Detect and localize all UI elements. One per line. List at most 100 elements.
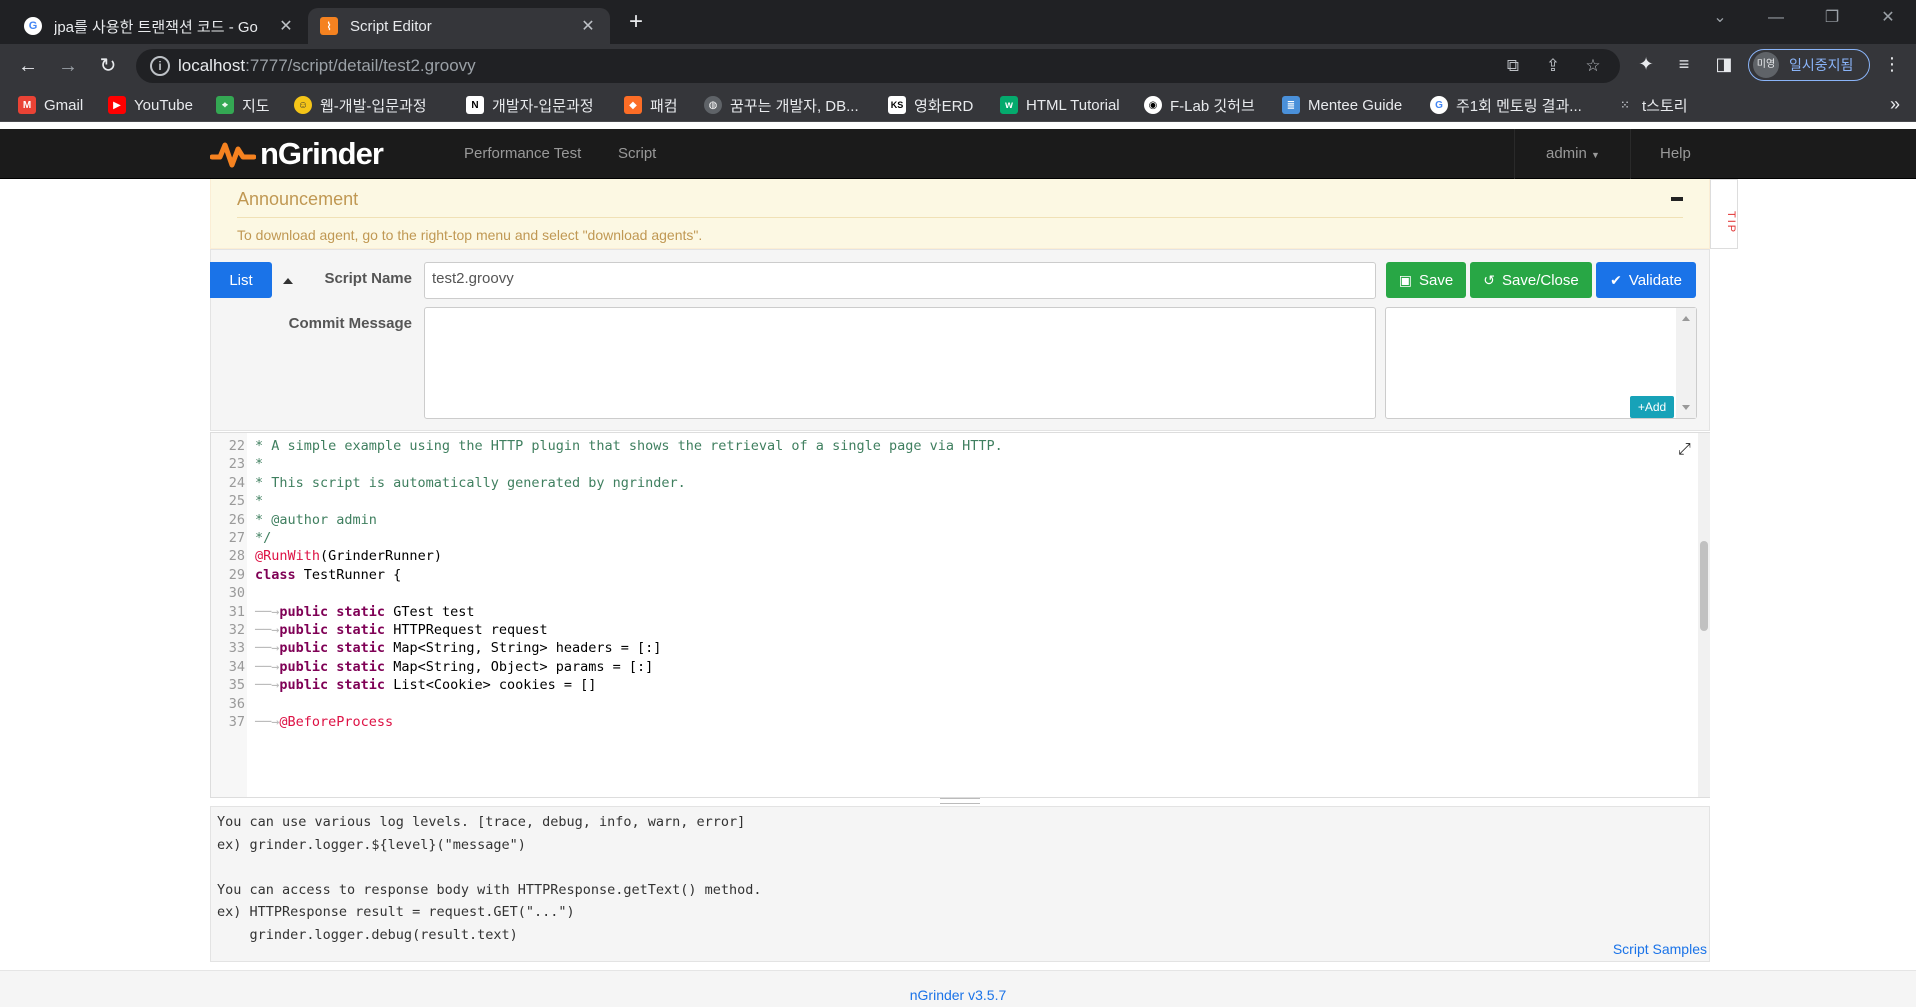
button-label: List <box>229 271 253 289</box>
bookmark-item[interactable]: ⌖ 지도 <box>216 94 270 116</box>
bookmark-label: F-Lab 깃허브 <box>1170 97 1255 115</box>
version-link[interactable]: nGrinder v3.5.7 <box>0 987 1916 1003</box>
share-icon[interactable]: ⇪ <box>1542 55 1564 77</box>
scrollbar[interactable] <box>1676 308 1696 418</box>
code-editor[interactable]: 22 * A simple example using the HTTP plug… <box>210 432 1710 798</box>
list-button[interactable]: List <box>210 262 272 298</box>
code-text: * This script is automatically generated… <box>255 474 686 491</box>
bookmark-item[interactable]: ◍ 꿈꾸는 개발자, DB... <box>704 94 859 116</box>
bookmark-star-icon[interactable]: ☆ <box>1582 55 1604 77</box>
bookmark-item[interactable]: w HTML Tutorial <box>1000 94 1120 116</box>
tab-search-icon[interactable]: ⌄ <box>1692 0 1748 36</box>
bookmark-label: Mentee Guide <box>1308 96 1403 114</box>
scroll-up-icon[interactable] <box>1682 316 1690 321</box>
bookmark-item[interactable]: ◉ F-Lab 깃허브 <box>1144 94 1255 116</box>
bookmark-item[interactable]: N 개발자-입문과정 <box>466 94 594 116</box>
bookmark-item[interactable]: M Gmail <box>18 94 83 116</box>
ngrinder-navbar: nGrinder Performance Test Script admin ▼… <box>0 129 1916 179</box>
gitlab-icon: ◆ <box>624 96 642 114</box>
url-text[interactable]: localhost:7777/script/detail/test2.groov… <box>178 56 476 76</box>
announcement-text: To download agent, go to the right-top m… <box>237 227 703 243</box>
browser-tab-script-editor[interactable]: ⌇ Script Editor ✕ <box>308 8 610 44</box>
doc-icon: ≣ <box>1282 96 1300 114</box>
restore-icon[interactable]: ❐ <box>1804 0 1860 36</box>
site-info-icon[interactable]: i <box>150 56 170 76</box>
bookmark-label: 영화ERD <box>914 97 974 115</box>
page-footer: nGrinder v3.5.7 <box>0 970 1916 1007</box>
editor-resize-handle[interactable] <box>940 798 980 804</box>
save-icon: ▣ <box>1398 271 1413 288</box>
more-bookmarks-icon[interactable]: » <box>1890 94 1900 115</box>
extensions-icon[interactable]: ✦ <box>1634 52 1658 76</box>
caret-up-icon[interactable] <box>283 278 293 284</box>
user-menu[interactable]: admin ▼ <box>1546 145 1600 162</box>
tip-tab[interactable]: TIP <box>1710 179 1738 249</box>
nav-script[interactable]: Script <box>618 145 656 162</box>
bookmark-item[interactable]: ☺ 웹-개발-입문과정 <box>294 94 427 116</box>
bookmark-item[interactable]: ≣ Mentee Guide <box>1282 94 1402 116</box>
button-label: Save <box>1419 271 1454 289</box>
maps-icon: ⌖ <box>216 96 234 114</box>
bookmark-label: 웹-개발-입문과정 <box>320 97 427 115</box>
bookmark-label: 패컴 <box>650 97 678 115</box>
line-number: 37 <box>228 714 245 730</box>
browser-tab-google[interactable]: G jpa를 사용한 트랜잭션 코드 - Go ✕ <box>12 8 308 44</box>
button-label: Save/Close <box>1502 271 1579 289</box>
bookmark-item[interactable]: G 주1회 멘토링 결과... <box>1430 94 1582 116</box>
bookmark-item[interactable]: KS 영화ERD <box>888 94 973 116</box>
reload-icon[interactable]: ↻ <box>94 52 122 80</box>
announcement-title: Announcement <box>237 189 359 209</box>
script-name-input[interactable]: test2.groovy <box>424 262 1376 299</box>
address-bar[interactable]: i localhost:7777/script/detail/test2.gro… <box>136 49 1620 83</box>
profile-status: 일시중지됨 <box>1789 57 1854 73</box>
reading-list-icon[interactable]: ≡ <box>1672 52 1696 76</box>
menu-kebab-icon[interactable]: ⋮ <box>1880 52 1904 76</box>
translate-icon[interactable]: ⧉ <box>1502 55 1524 77</box>
code-text: ──→public static List<Cookie> cookies = … <box>255 677 597 694</box>
browser-toolbar: ← → ↻ i localhost:7777/script/detail/tes… <box>0 44 1916 88</box>
bookmarks-bar: M Gmail ▶ YouTube ⌖ 지도 ☺ 웹-개발-입문과정 N 개발자-입문과정… <box>0 88 1916 122</box>
nav-performance-test[interactable]: Performance Test <box>464 145 581 162</box>
script-samples-link[interactable]: Script Samples <box>1613 941 1707 957</box>
scroll-thumb[interactable] <box>1700 541 1708 631</box>
tistory-icon: ⁙ <box>1620 99 1630 111</box>
code-text: class TestRunner { <box>255 566 402 583</box>
nav-help[interactable]: Help <box>1660 145 1691 162</box>
help-line: grinder.logger.debug(result.text) <box>217 926 518 943</box>
log-help-panel: You can use various log levels. [trace, … <box>210 806 1710 962</box>
new-tab-icon[interactable]: + <box>622 8 650 36</box>
bookmark-item[interactable]: ▶ YouTube <box>108 94 193 116</box>
fullscreen-expand-icon[interactable]: ⤢ <box>1678 442 1694 458</box>
bookmark-label: YouTube <box>134 96 193 114</box>
help-line: You can use various log levels. [trace, … <box>217 814 746 830</box>
commit-message-textarea[interactable] <box>424 307 1376 419</box>
ngrinder-logo[interactable]: nGrinder <box>210 135 384 173</box>
bookmark-item[interactable]: ◆ 패컴 <box>624 94 678 116</box>
button-label: Validate <box>1628 271 1682 289</box>
help-line: ex) grinder.logger.${level}("message") <box>217 836 526 853</box>
collapse-icon[interactable] <box>1671 197 1683 201</box>
bookmark-item[interactable]: ⁙ t스토리 <box>1616 94 1688 116</box>
close-icon[interactable]: ✕ <box>276 16 296 36</box>
editor-scrollbar[interactable] <box>1698 433 1710 797</box>
ngrinder-icon: ⌇ <box>320 17 338 35</box>
side-panel-icon[interactable]: ◨ <box>1712 52 1736 76</box>
validate-button[interactable]: ✔ Validate <box>1596 262 1696 298</box>
minimize-icon[interactable]: — <box>1748 0 1804 36</box>
save-close-button[interactable]: ↺ Save/Close <box>1470 262 1592 298</box>
close-icon[interactable]: ✕ <box>578 16 598 36</box>
scroll-down-icon[interactable] <box>1682 405 1690 410</box>
profile-chip[interactable]: 미영 일시중지됨 <box>1748 49 1870 81</box>
url-host: localhost <box>178 56 246 75</box>
divider <box>237 217 1683 218</box>
window-close-icon[interactable]: ✕ <box>1860 0 1916 36</box>
save-button[interactable]: ▣ Save <box>1386 262 1466 298</box>
forward-icon[interactable]: → <box>54 52 82 80</box>
bookmark-label: 꿈꾸는 개발자, DB... <box>730 97 859 115</box>
nav-divider <box>1630 129 1631 179</box>
script-name-label: Script Name <box>324 270 412 287</box>
add-host-button[interactable]: +Add <box>1630 396 1674 418</box>
code-text: ──→@BeforeProcess <box>255 714 394 730</box>
back-icon[interactable]: ← <box>14 52 42 80</box>
browser-tab-strip: G jpa를 사용한 트랜잭션 코드 - Go ✕ ⌇ Script Edito… <box>0 0 1916 44</box>
